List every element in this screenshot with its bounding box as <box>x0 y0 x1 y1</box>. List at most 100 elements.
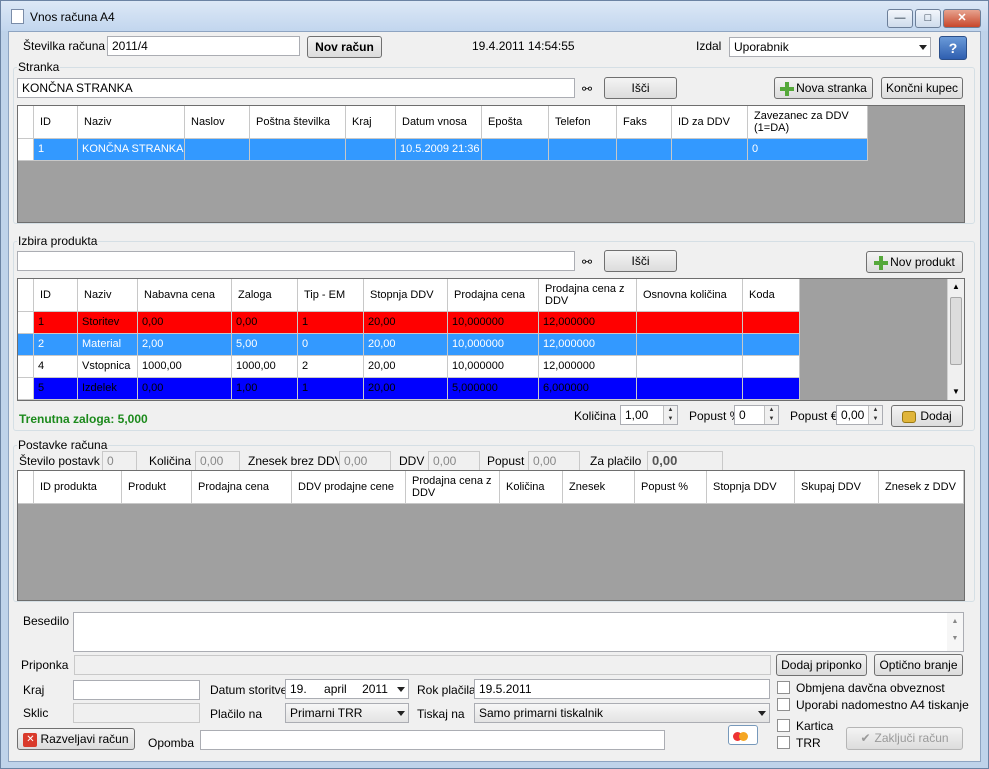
customer-grid[interactable]: ID Naziv Naslov Poštna številka Kraj Dat… <box>17 105 965 223</box>
col-header[interactable]: Kraj <box>346 106 396 139</box>
item-count-label: Število postavk <box>19 454 100 468</box>
scan-button[interactable]: Optično branje <box>874 654 963 676</box>
customer-search-button[interactable]: Išči <box>604 77 677 99</box>
table-row[interactable]: 5 Izdelek 0,00 1,00 1 20,00 5,000000 6,000000 <box>18 378 800 400</box>
stepper-arrows[interactable]: ▲ ▼ <box>868 406 882 424</box>
a4-print-checkbox[interactable] <box>777 698 790 711</box>
a4-print-label: Uporabi nadomestno A4 tiskanje <box>796 698 969 712</box>
place-label: Kraj <box>23 683 45 697</box>
service-day[interactable]: 19. <box>290 682 307 696</box>
note-field[interactable] <box>200 730 665 750</box>
table-row[interactable]: 4 Vstopnica 1000,00 1000,00 2 20,00 10,000000 1… <box>18 356 800 378</box>
col-header[interactable]: Naziv <box>78 279 138 312</box>
scroll-down-icon[interactable]: ▼ <box>952 387 960 396</box>
col-header[interactable]: Naziv <box>78 106 185 139</box>
col-header[interactable]: Datum vnosa <box>396 106 482 139</box>
cell: 6,000000 <box>539 378 637 400</box>
row-header[interactable] <box>18 356 34 378</box>
invoice-number-field[interactable]: 2011/4 <box>107 36 300 56</box>
minimize-button[interactable]: — <box>887 9 913 28</box>
payment-select[interactable]: Primarni TRR <box>285 703 409 723</box>
col-header[interactable]: Skupaj DDV <box>795 471 879 504</box>
col-header[interactable]: Koda <box>743 279 800 312</box>
col-header[interactable]: Prodajna cena z DDV <box>539 279 637 312</box>
col-header[interactable]: ID produkta <box>34 471 122 504</box>
col-header[interactable]: ID <box>34 279 78 312</box>
service-date-label: Datum storitve <box>210 683 288 697</box>
row-header[interactable] <box>18 312 34 334</box>
items-grid[interactable]: ID produkta Produkt Prodajna cena DDV pr… <box>17 470 965 601</box>
print-select[interactable]: Samo primarni tiskalnik <box>474 703 770 723</box>
close-button[interactable]: ✕ <box>943 9 981 28</box>
product-grid-scrollbar[interactable]: ▲ ▼ <box>947 279 964 400</box>
cell: 12,000000 <box>539 334 637 356</box>
product-search-input[interactable] <box>17 251 575 271</box>
col-header[interactable]: Epošta <box>482 106 549 139</box>
cell: 1000,00 <box>232 356 298 378</box>
tax-obligation-checkbox[interactable] <box>777 681 790 694</box>
maximize-button[interactable]: □ <box>915 9 941 28</box>
new-product-button[interactable]: Nov produkt <box>866 251 963 273</box>
binoculars-icon: ⚯ <box>582 255 593 269</box>
quantity-stepper[interactable]: 1,00 ▲ ▼ <box>620 405 678 425</box>
due-date-field[interactable]: 19.5.2011 <box>474 679 770 699</box>
service-date-picker[interactable]: 19. april 2011 <box>285 679 409 699</box>
col-header[interactable]: Stopnja DDV <box>707 471 795 504</box>
col-header[interactable]: Faks <box>617 106 672 139</box>
col-header[interactable]: Produkt <box>122 471 192 504</box>
row-header[interactable] <box>18 139 34 161</box>
col-header[interactable]: Telefon <box>549 106 617 139</box>
finish-invoice-button[interactable]: ✔ Zaključi račun <box>846 727 963 750</box>
service-year[interactable]: 2011 <box>362 682 388 696</box>
table-row[interactable]: 1 KONČNA STRANKA 10.5.2009 21:36 0 <box>18 139 868 161</box>
stepper-arrows[interactable]: ▲ ▼ <box>764 406 778 424</box>
stepper-arrows[interactable]: ▲ ▼ <box>663 406 677 424</box>
table-row[interactable]: 2 Material 2,00 5,00 0 20,00 10,000000 12,00000… <box>18 334 800 356</box>
check-icon: ✔ <box>860 731 871 745</box>
col-header[interactable]: Prodajna cena <box>448 279 539 312</box>
help-button[interactable]: ? <box>939 36 967 60</box>
row-header[interactable] <box>18 378 34 400</box>
discount-eur-stepper[interactable]: 0,00 ▲ ▼ <box>836 405 883 425</box>
col-header[interactable]: Zaloga <box>232 279 298 312</box>
add-item-button[interactable]: Dodaj <box>891 405 963 427</box>
col-header[interactable]: Naslov <box>185 106 250 139</box>
scroll-thumb[interactable] <box>950 297 962 365</box>
col-header[interactable]: Osnovna količina <box>637 279 743 312</box>
new-invoice-button[interactable]: Nov račun <box>307 36 382 58</box>
col-header[interactable]: Prodajna cena <box>192 471 292 504</box>
add-attachment-button[interactable]: Dodaj priponko <box>776 654 867 676</box>
text-scrollbar[interactable]: ▲ ▼ <box>947 613 963 651</box>
payment-label: Plačilo na <box>210 707 263 721</box>
col-header[interactable]: Znesek <box>563 471 635 504</box>
service-month[interactable]: april <box>324 682 347 696</box>
customer-search-input[interactable]: KONČNA STRANKA <box>17 78 575 98</box>
product-grid[interactable]: ID Naziv Nabavna cena Zaloga Tip - EM St… <box>17 278 965 401</box>
col-header[interactable]: Količina <box>500 471 563 504</box>
text-area[interactable]: ▲ ▼ <box>73 612 964 652</box>
end-customer-button[interactable]: Končni kupec <box>881 77 963 99</box>
product-search-button[interactable]: Išči <box>604 250 677 272</box>
col-header[interactable]: Znesek z DDV <box>879 471 964 504</box>
trr-checkbox[interactable] <box>777 736 790 749</box>
place-field[interactable] <box>73 680 200 700</box>
table-row[interactable]: 1 Storitev 0,00 0,00 1 20,00 10,000000 12,00000… <box>18 312 800 334</box>
col-header[interactable]: Tip - EM <box>298 279 364 312</box>
discount-pct-stepper[interactable]: 0 ▲ ▼ <box>734 405 779 425</box>
col-header[interactable]: DDV prodajne cene <box>292 471 406 504</box>
col-header[interactable]: Popust % <box>635 471 707 504</box>
col-header[interactable]: ID za DDV <box>672 106 748 139</box>
row-header[interactable] <box>18 334 34 356</box>
cancel-invoice-button[interactable]: ✕ Razveljavi račun <box>17 728 135 750</box>
col-header[interactable]: Poštna številka <box>250 106 346 139</box>
new-customer-button[interactable]: Nova stranka <box>774 77 873 99</box>
col-header[interactable]: ID <box>34 106 78 139</box>
scroll-up-icon[interactable]: ▲ <box>952 282 960 291</box>
issued-by-label: Izdal <box>696 39 722 53</box>
col-header[interactable]: Stopnja DDV <box>364 279 448 312</box>
col-header[interactable]: Zavezanec za DDV (1=DA) <box>748 106 868 139</box>
card-checkbox[interactable] <box>777 719 790 732</box>
col-header[interactable]: Nabavna cena <box>138 279 232 312</box>
issued-by-select[interactable]: Uporabnik <box>729 37 931 57</box>
col-header[interactable]: Prodajna cena z DDV <box>406 471 500 504</box>
